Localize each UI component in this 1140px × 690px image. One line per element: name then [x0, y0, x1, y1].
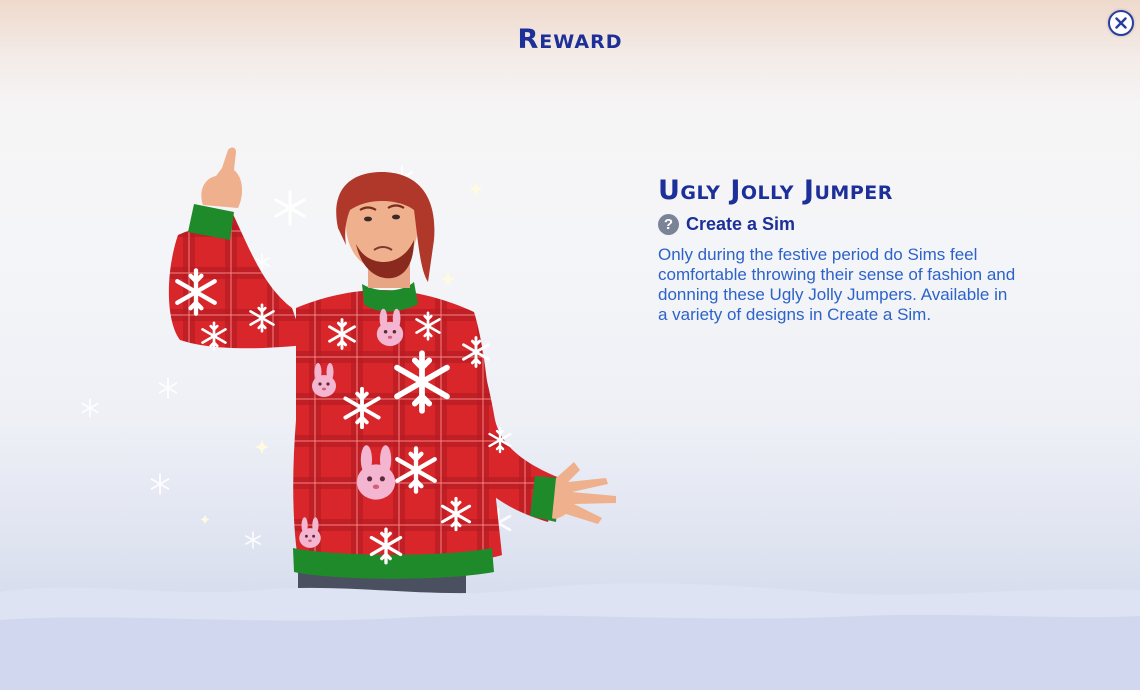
reward-name: Ugly Jolly Jumper: [658, 175, 893, 206]
category-label: Create a Sim: [686, 214, 796, 234]
category-row: ? Create a Sim: [658, 214, 1018, 235]
question-help-icon[interactable]: ?: [658, 214, 679, 235]
close-button[interactable]: [1108, 10, 1134, 36]
dialog-title: Reward: [517, 24, 623, 55]
close-x-icon: [1115, 17, 1127, 29]
reward-description: Only during the festive period do Sims f…: [658, 245, 1016, 324]
sim-character: [168, 147, 616, 610]
reward-illustration: [0, 147, 1140, 690]
reward-dialog: Reward Ugly Jolly Jumper ? Create a Sim …: [0, 0, 1140, 690]
reward-info-panel: Ugly Jolly Jumper ? Create a Sim Only du…: [658, 172, 1018, 325]
